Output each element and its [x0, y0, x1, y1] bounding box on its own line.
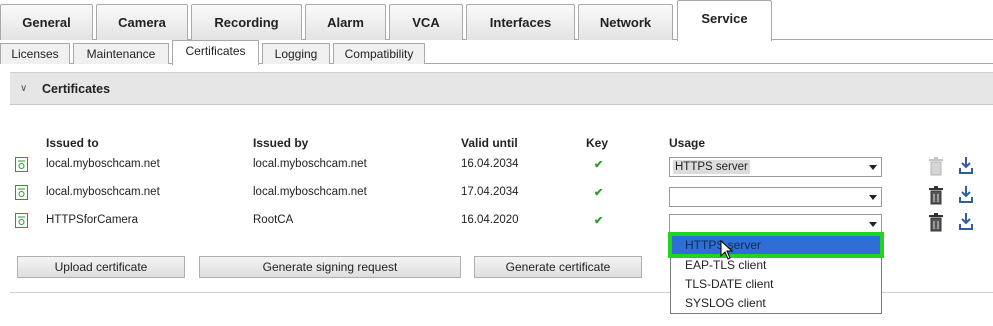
- row1-usage-value: HTTPS server: [673, 160, 750, 174]
- generate-signing-request-button[interactable]: Generate signing request: [199, 256, 461, 278]
- row1-usage-select[interactable]: HTTPS server: [669, 157, 882, 177]
- tab-camera[interactable]: Camera: [96, 4, 188, 40]
- trash-icon[interactable]: [928, 213, 944, 233]
- row3-issued-to: HTTPSforCamera: [46, 214, 139, 226]
- row2-valid-until: 17.04.2034: [461, 186, 519, 198]
- trash-icon: [929, 157, 943, 176]
- certificate-icon: [15, 157, 28, 172]
- tab-recording[interactable]: Recording: [191, 4, 302, 40]
- row1-issued-to: local.myboschcam.net: [46, 158, 160, 170]
- main-tab-bar: General Camera Recording Alarm VCA Inter…: [0, 0, 993, 41]
- upload-certificate-button[interactable]: Upload certificate: [17, 256, 185, 278]
- col-issued-by: Issued by: [253, 136, 309, 150]
- section-title: Certificates: [42, 81, 111, 96]
- subtab-certificates[interactable]: Certificates: [172, 40, 259, 65]
- tab-network[interactable]: Network: [578, 4, 673, 40]
- generate-certificate-button[interactable]: Generate certificate: [474, 256, 642, 278]
- row3-key-check-icon: ✔: [594, 215, 604, 227]
- option-syslog-client[interactable]: SYSLOG client: [671, 293, 881, 313]
- col-valid-until: Valid until: [461, 136, 518, 150]
- row2-issued-to: local.myboschcam.net: [46, 186, 160, 198]
- row2-issued-by: local.myboschcam.net: [253, 186, 367, 198]
- row3-issued-by: RootCA: [253, 214, 294, 226]
- option-https-server[interactable]: HTTPS server: [668, 232, 884, 258]
- row1-issued-by: local.myboschcam.net: [253, 158, 367, 170]
- subtab-logging[interactable]: Logging: [262, 43, 330, 64]
- tab-interfaces[interactable]: Interfaces: [466, 4, 575, 40]
- subtab-maintenance[interactable]: Maintenance: [73, 43, 169, 64]
- certificate-icon: [15, 185, 28, 200]
- row3-valid-until: 16.04.2020: [461, 214, 519, 226]
- row2-usage-select[interactable]: [669, 187, 882, 207]
- row1-key-check-icon: ✔: [594, 159, 604, 171]
- trash-icon[interactable]: [928, 186, 944, 206]
- download-icon[interactable]: [958, 155, 974, 175]
- dropdown-arrow-icon: [869, 165, 877, 170]
- option-tls-date-client[interactable]: TLS-DATE client: [671, 274, 881, 294]
- dropdown-arrow-icon: [869, 195, 877, 200]
- option-eap-tls-client[interactable]: EAP-TLS client: [671, 255, 881, 275]
- certificates-section-header[interactable]: ∨ Certificates: [10, 72, 993, 105]
- mouse-cursor-icon: [720, 240, 734, 260]
- row2-key-check-icon: ✔: [594, 187, 604, 199]
- download-icon[interactable]: [958, 184, 974, 204]
- col-issued-to: Issued to: [46, 136, 99, 150]
- tab-alarm[interactable]: Alarm: [305, 4, 386, 40]
- subtab-licenses[interactable]: Licenses: [0, 43, 70, 64]
- usage-dropdown-list: HTTPS server EAP-TLS client TLS-DATE cli…: [668, 232, 884, 314]
- dropdown-arrow-icon: [869, 222, 877, 227]
- row1-valid-until: 16.04.2034: [461, 158, 519, 170]
- subtab-compatibility[interactable]: Compatibility: [333, 43, 425, 64]
- chevron-down-icon[interactable]: ∨: [20, 83, 32, 94]
- download-icon[interactable]: [958, 211, 974, 231]
- tab-service[interactable]: Service: [677, 0, 772, 41]
- certificate-icon: [15, 213, 28, 228]
- row3-usage-select[interactable]: [669, 214, 882, 234]
- col-key: Key: [586, 136, 609, 150]
- tab-vca[interactable]: VCA: [389, 4, 463, 40]
- tab-general[interactable]: General: [0, 4, 93, 40]
- sub-tab-bar: Licenses Maintenance Certificates Loggin…: [0, 40, 993, 65]
- col-usage: Usage: [669, 136, 706, 150]
